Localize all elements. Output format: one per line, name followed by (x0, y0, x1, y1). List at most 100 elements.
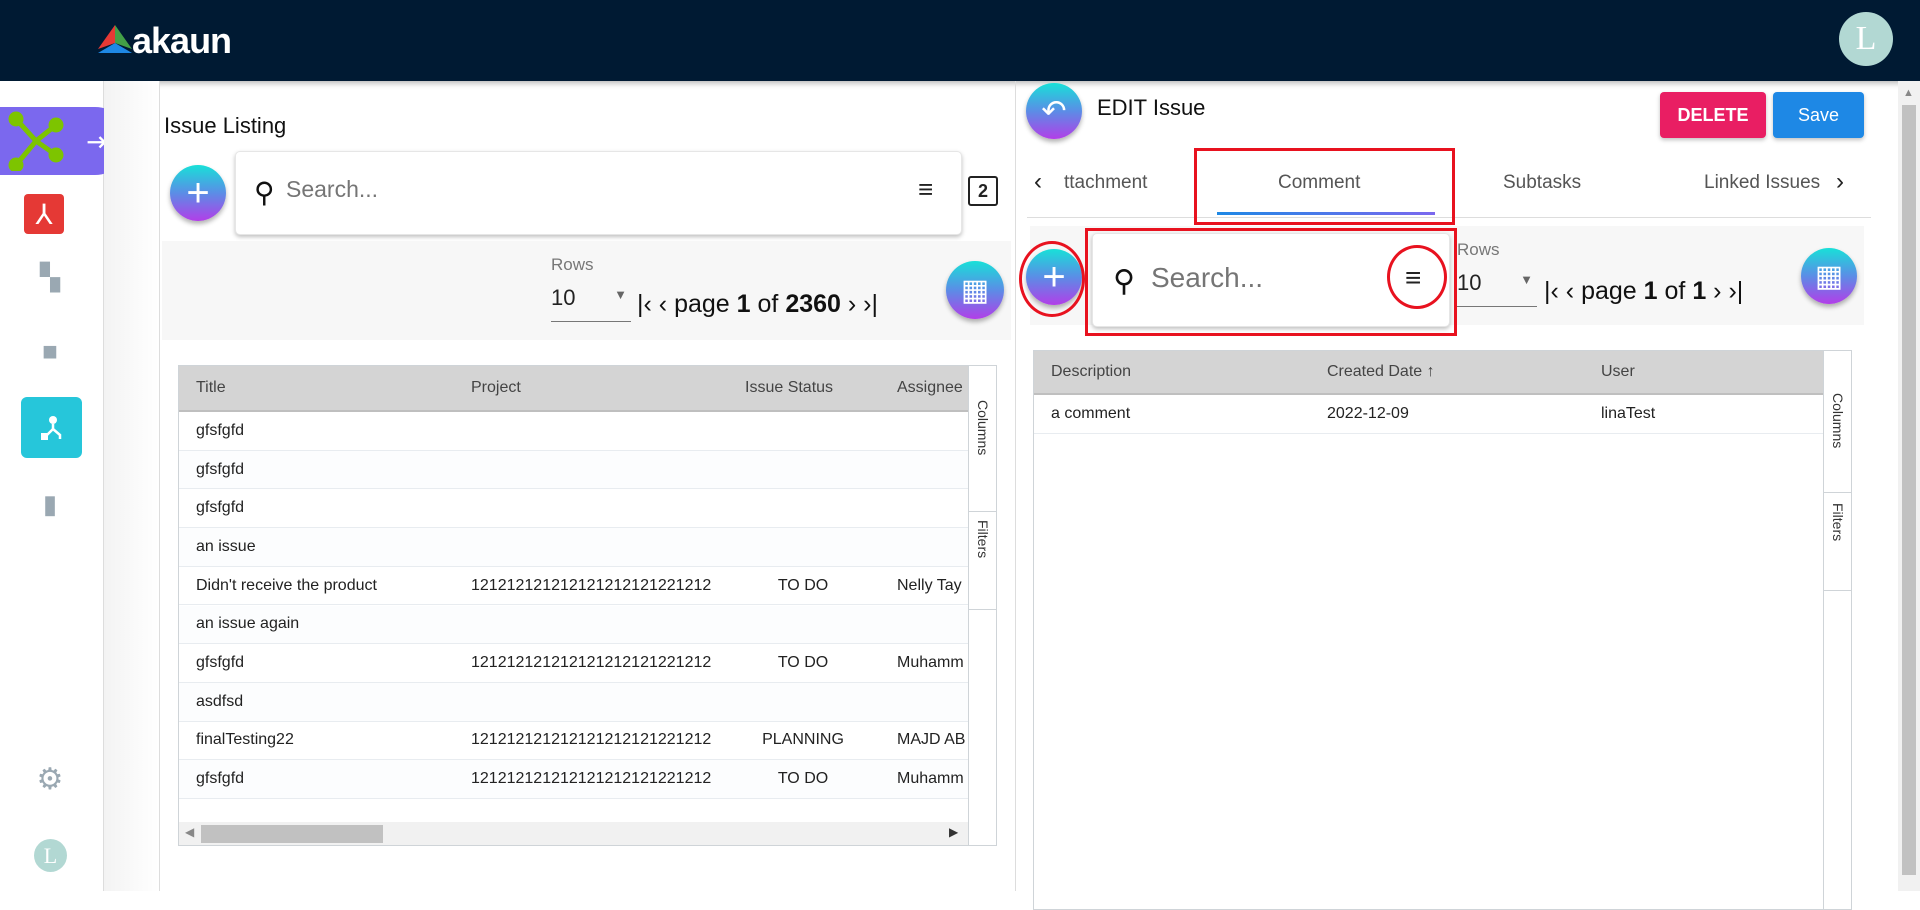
table-row[interactable]: gfsfgfd (179, 450, 968, 490)
filters-panel-tab[interactable]: Filters (969, 512, 996, 610)
last-page-icon[interactable]: ›| (863, 290, 878, 318)
first-page-icon[interactable]: |‹ (637, 290, 652, 318)
akaun-logo[interactable]: akaun (98, 20, 232, 62)
issue-search-card: ⚲ ≡ (235, 151, 962, 235)
dashboard-icon[interactable]: ▚ (36, 262, 64, 292)
acrobat-icon[interactable]: ⅄ (24, 194, 64, 234)
logo-text: akaun (132, 20, 232, 61)
columns-label: Columns (1830, 393, 1846, 449)
table-row[interactable]: an issue again (179, 605, 968, 645)
top-bar: akaun L (0, 0, 1920, 81)
table-cell: 121212121212121212121221212 (471, 770, 712, 788)
gear-icon[interactable]: ⚙ (36, 763, 64, 796)
scrollbar-thumb[interactable] (1902, 105, 1916, 875)
table-cell: gfsfgfd (196, 421, 245, 439)
tab-attachment[interactable]: ttachment (1064, 172, 1147, 194)
filters-panel-tab[interactable]: Filters (1824, 493, 1851, 591)
sidebar-item-issues[interactable] (21, 397, 82, 458)
of-word: of (1664, 277, 1686, 305)
table-cell: 121212121212121212121221212 (471, 654, 712, 672)
issue-search-input[interactable] (286, 176, 846, 203)
table-cell: Nelly Tay (897, 576, 962, 594)
back-button[interactable]: ↶ (1026, 83, 1082, 139)
table-row[interactable]: gfsfgfd (179, 489, 968, 529)
table-row[interactable]: gfsfgfd 121212121212121212121221212 TO DO M… (179, 760, 968, 799)
rows-label: Rows (1457, 240, 1500, 259)
tabs-scroll-left-icon[interactable]: ‹ (1034, 168, 1042, 196)
current-page: 1 (736, 290, 751, 318)
table-cell: 121212121212121212121221212 (471, 731, 712, 749)
logo-triangle-icon (98, 25, 132, 53)
total-pages: 1 (1692, 277, 1707, 305)
table-cell: TO DO (777, 770, 829, 788)
copy-icon[interactable]: 2 (968, 176, 998, 206)
tool-panel: Columns Filters (1823, 351, 1851, 909)
tabs-scroll-right-icon[interactable]: › (1836, 168, 1844, 196)
next-page-icon[interactable]: › (1713, 277, 1721, 305)
table-row[interactable]: gfsfgfd 121212121212121212121221212 TO DO M… (179, 644, 968, 683)
column-issue-status[interactable]: Issue Status (745, 379, 833, 397)
table-cell: an issue again (196, 615, 300, 633)
delete-button[interactable]: DELETE (1660, 92, 1766, 138)
table-row[interactable]: asdfsd (179, 682, 968, 722)
column-user[interactable]: User (1601, 363, 1635, 381)
horizontal-scrollbar[interactable]: ◀ ▶ (179, 822, 968, 845)
sidebar-avatar[interactable]: L (34, 839, 67, 872)
network-icon (8, 111, 64, 171)
table-row[interactable]: a comment 2022-12-09 linaTest (1034, 395, 1823, 434)
last-page-icon[interactable]: ›| (1728, 277, 1743, 305)
filter-icon[interactable]: ≡ (918, 174, 933, 205)
table-row[interactable]: gfsfgfd (179, 412, 968, 451)
rows-select[interactable]: 10 ▼ (551, 285, 631, 322)
dropdown-arrow-icon: ▼ (614, 287, 627, 302)
sidebar-gutter (104, 81, 160, 891)
table-cell: an issue (196, 537, 256, 555)
page-scrollbar[interactable]: ▲ (1898, 81, 1920, 891)
comment-table: Description Created Date ↑ User a commen… (1033, 350, 1852, 910)
table-cell: 2022-12-09 (1327, 405, 1409, 422)
of-word: of (757, 290, 779, 318)
prev-page-icon[interactable]: ‹ (1566, 277, 1574, 305)
bar-chart-icon[interactable]: ▮ (36, 489, 64, 519)
highlight-circle-add (1019, 241, 1085, 317)
save-button[interactable]: Save (1773, 92, 1864, 138)
column-assignee[interactable]: Assignee (897, 379, 968, 397)
table-cell: gfsfgfd (196, 499, 245, 517)
grid-view-button[interactable]: ▦ (1801, 248, 1857, 304)
prev-page-icon[interactable]: ‹ (659, 290, 667, 318)
column-created-date[interactable]: Created Date ↑ (1327, 363, 1435, 381)
column-project[interactable]: Project (471, 379, 521, 397)
column-title[interactable]: Title (196, 379, 226, 397)
panel-divider (1015, 81, 1016, 891)
column-description[interactable]: Description (1051, 363, 1131, 381)
add-issue-button[interactable]: + (170, 165, 226, 221)
table-cell: asdfsd (196, 692, 244, 710)
user-avatar[interactable]: L (1839, 12, 1893, 66)
avatar-letter: L (43, 842, 58, 868)
page-word: page (674, 290, 730, 318)
table-row[interactable]: Didn't receive the product 12121212121212… (179, 566, 968, 606)
rows-value: 10 (1457, 270, 1482, 295)
table-row[interactable]: finalTesting22 12121212121212121212122121… (179, 721, 968, 761)
scrollbar-thumb[interactable] (201, 825, 383, 843)
table-cell: Didn't receive the product (196, 576, 377, 594)
highlight-box-comment-tab (1194, 148, 1455, 225)
tab-linked-issues[interactable]: Linked Issues (1704, 172, 1826, 194)
table-row[interactable]: an issue (179, 528, 968, 567)
briefcase-icon[interactable]: ■ (36, 336, 64, 366)
columns-panel-tab[interactable]: Columns (1824, 375, 1851, 493)
table-cell: a comment (1051, 405, 1131, 422)
rows-select[interactable]: 10 ▼ (1457, 270, 1537, 307)
highlight-circle-filter (1387, 245, 1447, 309)
columns-panel-tab[interactable]: Columns (969, 394, 996, 512)
next-page-icon[interactable]: › (848, 290, 856, 318)
table-cell: TO DO (777, 576, 829, 594)
table-cell: Muhamm (897, 770, 964, 788)
table-cell: PLANNING (762, 731, 844, 749)
rows-value: 10 (551, 285, 576, 310)
tab-subtasks[interactable]: Subtasks (1503, 172, 1581, 194)
grid-view-button[interactable]: ▦ (946, 261, 1004, 319)
first-page-icon[interactable]: |‹ (1544, 277, 1559, 305)
rows-label: Rows (551, 255, 594, 274)
sidebar: ⇥ ⅄ ▚ ■ ▮ ⚙ L (0, 81, 129, 891)
